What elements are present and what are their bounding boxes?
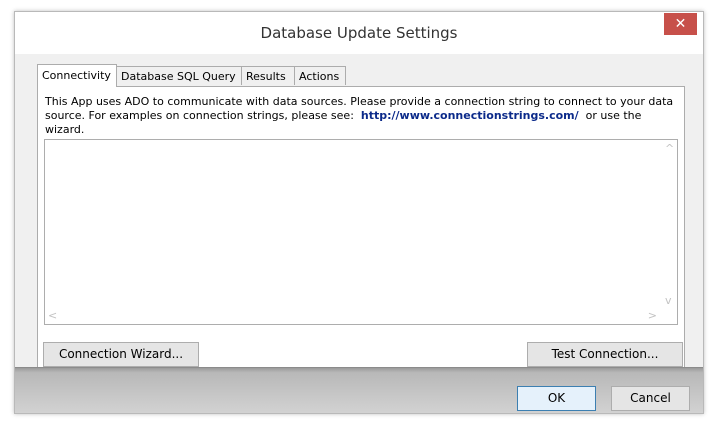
cancel-button[interactable]: Cancel bbox=[611, 386, 690, 411]
close-icon[interactable]: ✕ bbox=[664, 13, 697, 35]
description-line-2-text: source. For examples on connection strin… bbox=[45, 109, 354, 122]
connectivity-panel: This App uses ADO to communicate with da… bbox=[37, 86, 685, 372]
description-line-2: source. For examples on connection strin… bbox=[45, 109, 679, 137]
tab-results[interactable]: Results bbox=[241, 66, 295, 85]
title-bar: Database Update Settings ✕ bbox=[15, 12, 703, 54]
description-line-1: This App uses ADO to communicate with da… bbox=[45, 95, 674, 108]
tab-actions[interactable]: Actions bbox=[294, 66, 346, 85]
tab-database-sql-query[interactable]: Database SQL Query bbox=[116, 66, 242, 85]
window-title: Database Update Settings bbox=[260, 24, 458, 42]
connectivity-description: This App uses ADO to communicate with da… bbox=[45, 95, 679, 137]
connectionstrings-link[interactable]: http://www.connectionstrings.com/ bbox=[361, 109, 579, 122]
connection-string-input[interactable] bbox=[44, 139, 678, 325]
dialog-window: Database Update Settings ✕ Connectivity … bbox=[14, 11, 704, 414]
ok-button[interactable]: OK bbox=[517, 386, 596, 411]
test-connection-button[interactable]: Test Connection... bbox=[527, 342, 683, 367]
dialog-footer: OK Cancel bbox=[15, 367, 703, 413]
connection-wizard-button[interactable]: Connection Wizard... bbox=[43, 342, 199, 367]
tab-connectivity[interactable]: Connectivity bbox=[37, 64, 117, 87]
